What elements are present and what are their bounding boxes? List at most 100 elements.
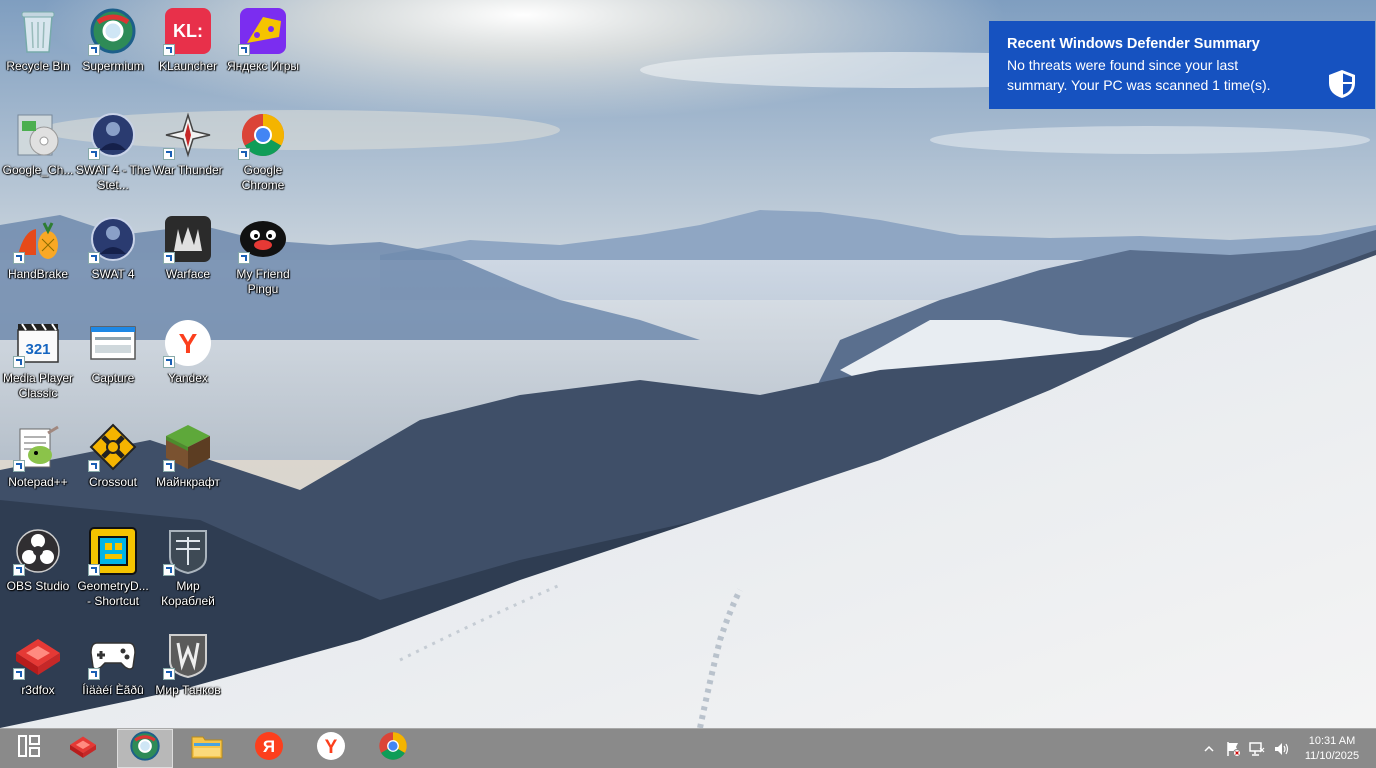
shortcut-arrow-icon [163, 356, 175, 368]
shortcut-arrow-icon [13, 356, 25, 368]
yandex-browser-icon: Я [254, 731, 284, 766]
desktop-icon-geometry-dash[interactable]: GeometryD... - Shortcut [75, 522, 151, 622]
desktop-icon-supermium[interactable]: Supermium [75, 2, 151, 102]
desktop-icon-recycle-bin[interactable]: Recycle Bin [0, 2, 76, 102]
swat4-icon [88, 110, 138, 160]
clock-time: 10:31 AM [1308, 735, 1356, 747]
desktop-icon-world-of-warships[interactable]: Мир Кораблей [150, 522, 226, 622]
handbrake-icon [13, 214, 63, 264]
desktop-icon-media-player-classic[interactable]: 321 Media Player Classic [0, 314, 76, 414]
yandex-icon: Y [316, 731, 346, 766]
installer-disc-icon [13, 110, 63, 160]
shortcut-arrow-icon [88, 44, 100, 56]
icon-label: Notepad++ [8, 475, 68, 489]
icon-label: Google Chrome [241, 163, 285, 192]
supermium-icon [130, 731, 160, 766]
desktop-icon-yandex[interactable]: Y Yandex [150, 314, 226, 414]
desktop-icon-yandex-games[interactable]: Яндекс Игры [225, 2, 301, 102]
notepad-plus-plus-icon [13, 422, 63, 472]
taskbar-yandex[interactable]: Y [303, 729, 359, 768]
desktop-icon-capture[interactable]: Capture [75, 314, 151, 414]
world-of-warships-icon [163, 526, 213, 576]
pingu-icon [238, 214, 288, 264]
taskbar-clock[interactable]: 10:31 AM 11/10/2025 [1302, 734, 1362, 764]
icon-label: Yandex [168, 371, 208, 385]
defender-notification[interactable]: Recent Windows Defender Summary No threa… [989, 21, 1375, 109]
icon-label: Warface [165, 267, 211, 281]
desktop-icon-minecraft[interactable]: Майнкрафт [150, 418, 226, 518]
desktop-icon-r3dfox[interactable]: r3dfox [0, 626, 76, 726]
start-icon [17, 734, 41, 763]
obs-studio-icon [13, 526, 63, 576]
taskbar-r3dfox[interactable] [55, 729, 111, 768]
taskbar-chrome[interactable] [365, 729, 421, 768]
desktop-icon-handbrake[interactable]: HandBrake [0, 210, 76, 310]
desktop-icon-games[interactable]: Íìäàéí Èãðû [75, 626, 151, 726]
shortcut-arrow-icon [238, 44, 250, 56]
shortcut-arrow-icon [163, 44, 175, 56]
show-hidden-icons-chevron[interactable] [1201, 741, 1217, 757]
geometry-dash-icon [88, 526, 138, 576]
icon-label: OBS Studio [6, 579, 70, 593]
clock-date: 11/10/2025 [1304, 750, 1360, 762]
desktop-icon-world-of-tanks[interactable]: Мир Танков [150, 626, 226, 726]
gamepad-icon [88, 630, 138, 680]
shortcut-arrow-icon [238, 148, 250, 160]
taskbar-file-explorer[interactable] [179, 729, 235, 768]
shortcut-arrow-icon [163, 668, 175, 680]
r3dfox-icon [66, 733, 100, 764]
swat4-icon [88, 214, 138, 264]
taskbar-supermium[interactable] [117, 729, 173, 768]
shortcut-arrow-icon [88, 148, 100, 160]
icon-label: Supermium [82, 59, 144, 73]
desktop-icon-warface[interactable]: Warface [150, 210, 226, 310]
icon-label: Crossout [88, 475, 138, 489]
desktop-icon-notepad-plus-plus[interactable]: Notepad++ [0, 418, 76, 518]
chrome-icon [378, 731, 408, 766]
icon-label: Capture [91, 371, 135, 385]
war-thunder-icon [163, 110, 213, 160]
desktop-icon-my-friend-pingu[interactable]: My Friend Pingu [225, 210, 301, 310]
shortcut-arrow-icon [88, 252, 100, 264]
shortcut-arrow-icon [163, 460, 175, 472]
icon-label: Мир Кораблей [161, 579, 215, 608]
r3dfox-icon [13, 630, 63, 680]
notification-title: Recent Windows Defender Summary [1007, 36, 1260, 52]
icon-label: GeometryD... - Shortcut [77, 579, 149, 608]
defender-shield-icon [1327, 69, 1357, 99]
desktop-icon-war-thunder[interactable]: War Thunder [150, 106, 226, 206]
taskbar-yandex-browser[interactable]: Я [241, 729, 297, 768]
network-icon[interactable] [1249, 741, 1265, 757]
shortcut-arrow-icon [88, 668, 100, 680]
capture-icon [88, 318, 138, 368]
icon-label: Google_Ch... [2, 163, 74, 177]
start-button[interactable] [1, 729, 57, 768]
file-explorer-icon [191, 733, 223, 764]
yandex-icon: Y [163, 318, 213, 368]
desktop-icon-swat4-stetchkov[interactable]: SWAT 4 - The Stet... [75, 106, 151, 206]
media-player-classic-icon: 321 [13, 318, 63, 368]
icon-label: Íìäàéí Èãðû [82, 683, 144, 697]
svg-text:321: 321 [25, 341, 50, 358]
minecraft-icon [163, 422, 213, 472]
desktop-icon-klauncher[interactable]: KL: KLauncher [150, 2, 226, 102]
shortcut-arrow-icon [13, 252, 25, 264]
shortcut-arrow-icon [238, 252, 250, 264]
action-center-flag-icon[interactable] [1225, 741, 1241, 757]
world-of-tanks-icon [163, 630, 213, 680]
notification-body: No threats were found since your last su… [1007, 57, 1271, 93]
desktop-icon-swat4[interactable]: SWAT 4 [75, 210, 151, 310]
shortcut-arrow-icon [163, 564, 175, 576]
recycle-bin-icon [13, 6, 63, 56]
shortcut-arrow-icon [88, 460, 100, 472]
desktop-icon-google-chrome[interactable]: Google Chrome [225, 106, 301, 206]
desktop-icon-google-chrome-installer[interactable]: Google_Ch... [0, 106, 76, 206]
supermium-icon [88, 6, 138, 56]
taskbar: Я Y 10:31 AM 11/10/2025 [0, 728, 1376, 768]
icon-label: War Thunder [153, 163, 223, 177]
icon-label: SWAT 4 - The Stet... [75, 163, 151, 192]
klauncher-icon: KL: [163, 6, 213, 56]
volume-icon[interactable] [1273, 741, 1289, 757]
desktop-icon-obs-studio[interactable]: OBS Studio [0, 522, 76, 622]
desktop-icon-crossout[interactable]: Crossout [75, 418, 151, 518]
